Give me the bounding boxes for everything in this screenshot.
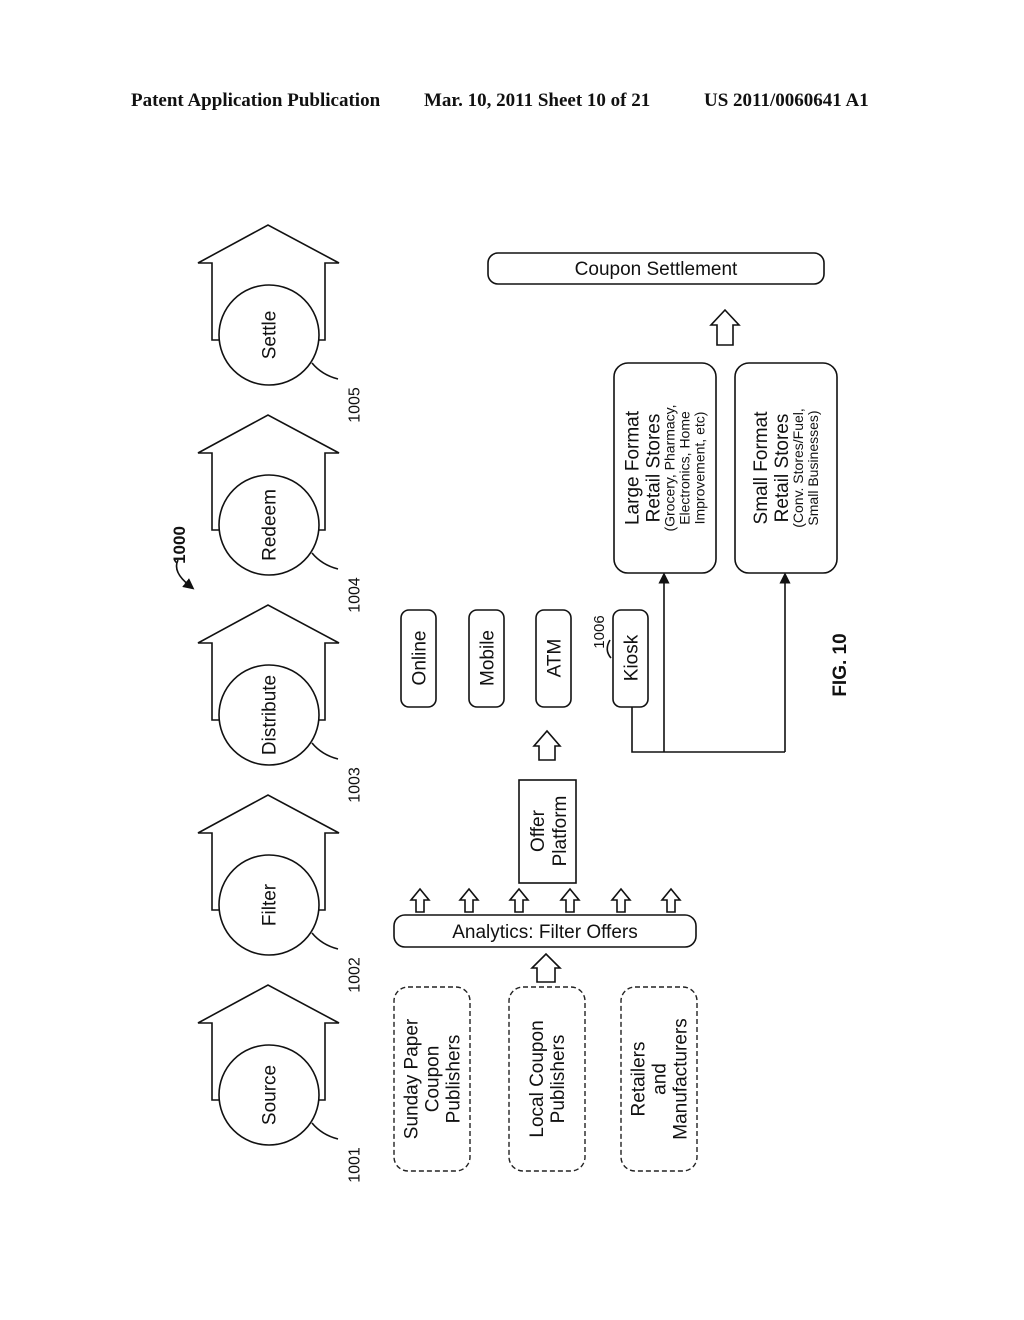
figure-reference: 1000 [170,526,195,590]
source-box: Local CouponPublishers [508,986,586,1172]
stage-reference-number: 1002 [347,957,364,993]
channel-label: Online [410,631,431,686]
stage-reference-number: 1001 [347,1147,364,1183]
store-group: Large FormatRetail Stores(Grocery, Pharm… [613,362,838,574]
stage-source: Source 1001 [197,984,364,1183]
coupon-settlement-label: Coupon Settlement [575,259,738,280]
stage-label: Redeem [260,489,281,561]
channel-group: Online Mobile ATM Kiosk [400,609,649,708]
kiosk-reference: 1006 [591,615,612,659]
up-arrow-icon [458,887,480,913]
output-arrows [409,887,682,913]
source-label: Local CouponPublishers [527,1020,569,1137]
store-label: Small FormatRetail Stores(Conv. Stores/F… [751,408,821,528]
channel-label: Mobile [478,630,499,686]
figure-reference-number: 1000 [170,526,189,564]
store-box: Large FormatRetail Stores(Grocery, Pharm… [613,362,717,574]
source-box: RetailersandManufacturers [620,986,698,1172]
up-arrow-icon [532,729,562,761]
channel-atm: ATM [535,609,572,708]
stage-settle: Settle 1005 [197,224,364,423]
stage-reference-number: 1004 [347,577,364,613]
channel-online: Online [400,609,437,708]
channel-kiosk: Kiosk [612,609,649,708]
up-arrow-icon [508,887,530,913]
store-label: Large FormatRetail Stores(Grocery, Pharm… [623,404,708,531]
up-arrow-icon [530,952,562,983]
kiosk-connectors [631,572,791,753]
up-arrow-icon [660,887,682,913]
figure-diagram: Source 1001 Filter 1002 Distribute 1003 Redeem… [170,224,851,1183]
channel-mobile: Mobile [468,609,505,708]
stage-group: Source 1001 Filter 1002 Distribute 1003 Redeem… [197,224,364,1183]
source-group: Sunday PaperCouponPublishers Local Coupon… [393,986,698,1172]
up-arrow-icon [709,308,741,346]
stage-filter: Filter 1002 [197,794,364,993]
stage-reference-number: 1003 [347,767,364,803]
up-arrow-icon [409,887,431,913]
source-box: Sunday PaperCouponPublishers [393,986,471,1172]
analytics-box: Analytics: Filter Offers [393,914,697,948]
stage-reference-number: 1005 [347,387,364,423]
analytics-label: Analytics: Filter Offers [452,922,637,943]
stage-redeem: Redeem 1004 [197,414,364,613]
coupon-settlement-box: Coupon Settlement [487,252,825,285]
stage-distribute: Distribute 1003 [197,604,364,803]
channel-label: Kiosk [622,634,643,681]
up-arrow-icon [610,887,632,913]
offer-platform-box: OfferPlatform [518,779,577,884]
store-box: Small FormatRetail Stores(Conv. Stores/F… [734,362,838,574]
kiosk-reference-number: 1006 [591,615,608,648]
up-arrow-icon [559,887,581,913]
stage-label: Source [260,1065,281,1125]
channel-label: ATM [545,639,566,678]
stage-label: Settle [260,311,281,360]
stage-label: Distribute [260,675,281,755]
stage-label: Filter [260,883,281,926]
figure-label: FIG. 10 [830,633,851,696]
